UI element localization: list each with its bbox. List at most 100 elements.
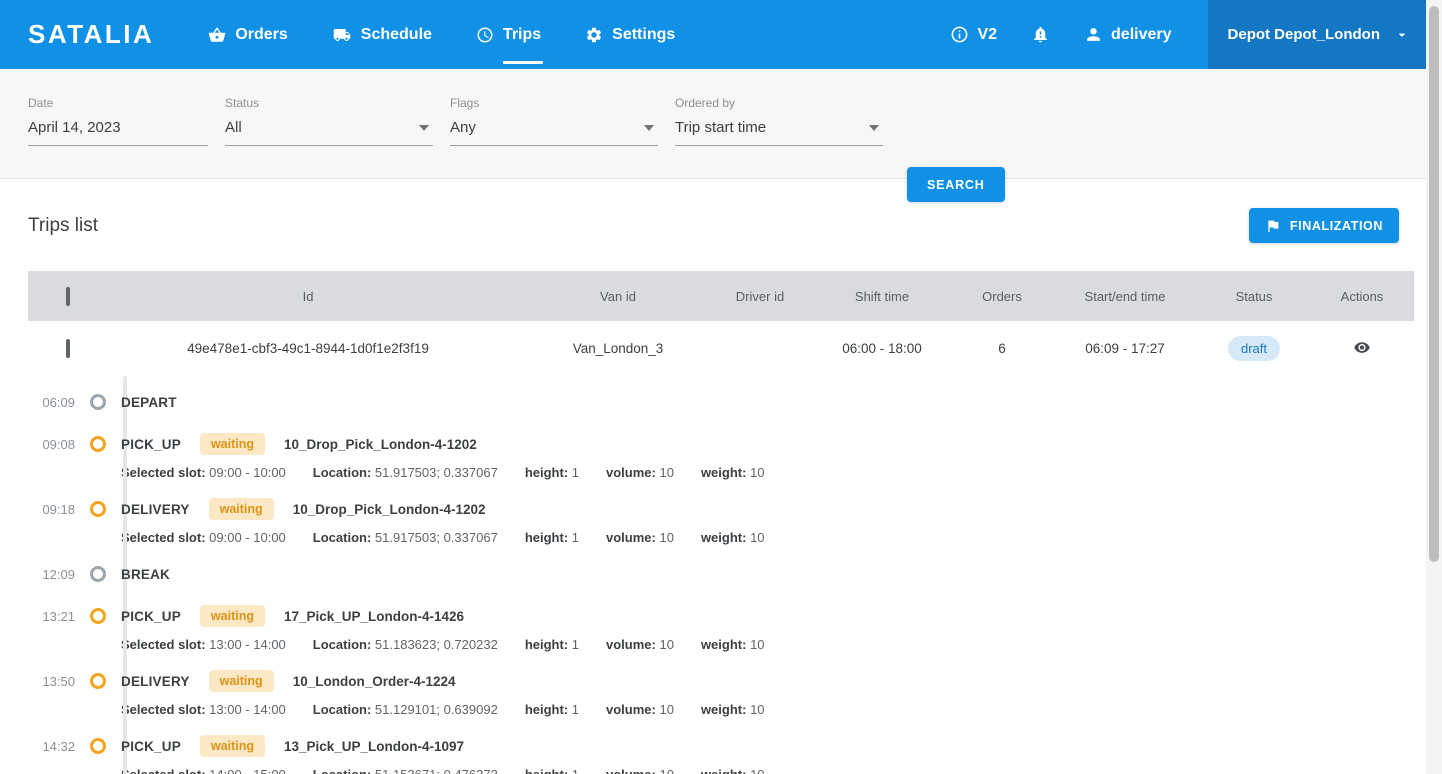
timeline-stop-pickup: 13:21 PICK_UP waiting 17_Pick_UP_London-… bbox=[28, 595, 1414, 660]
stop-marker-icon bbox=[90, 566, 106, 582]
stop-status-badge: waiting bbox=[209, 498, 274, 520]
clock-icon bbox=[476, 26, 494, 44]
chevron-down-icon bbox=[1394, 27, 1410, 43]
ordered-by-value: Trip start time bbox=[675, 119, 766, 136]
chevron-down-icon bbox=[644, 125, 654, 131]
status-badge: draft bbox=[1228, 336, 1280, 361]
timeline-stop-break: 12:09 BREAK bbox=[28, 553, 1414, 595]
stop-time: 09:18 bbox=[28, 502, 75, 517]
flags-select[interactable]: Flags Any bbox=[450, 96, 658, 146]
table-header-row: Id Van id Driver id Shift time Orders St… bbox=[28, 271, 1414, 321]
chevron-down-icon bbox=[419, 125, 429, 131]
nav-item-label: Settings bbox=[612, 26, 675, 44]
ordered-by-select[interactable]: Ordered by Trip start time bbox=[675, 96, 883, 146]
chevron-down-icon bbox=[869, 125, 879, 131]
nav-item-settings[interactable]: Settings bbox=[585, 0, 675, 69]
orders-count: 6 bbox=[952, 341, 1052, 356]
user-menu[interactable]: delivery bbox=[1084, 25, 1171, 44]
stop-marker-icon bbox=[90, 738, 106, 754]
trips-table: Id Van id Driver id Shift time Orders St… bbox=[28, 271, 1414, 376]
location-value: 51.183623; 0.720232 bbox=[375, 637, 498, 652]
stop-marker-icon bbox=[90, 436, 106, 452]
column-header-van-id: Van id bbox=[528, 289, 708, 304]
nav-item-trips[interactable]: Trips bbox=[476, 0, 541, 69]
height-value: 1 bbox=[572, 767, 579, 774]
stop-type: DELIVERY bbox=[121, 674, 190, 689]
nav-item-label: Trips bbox=[503, 26, 541, 44]
date-field[interactable]: Date April 14, 2023 bbox=[28, 96, 208, 146]
gear-icon bbox=[585, 26, 603, 44]
trip-id: 49e478e1-cbf3-49c1-8944-1d0f1e2f3f19 bbox=[88, 341, 528, 356]
notifications-button[interactable] bbox=[1031, 25, 1050, 44]
stop-time: 12:09 bbox=[28, 567, 75, 582]
top-nav: SATALIA Orders Schedule Trips bbox=[0, 0, 1442, 69]
stop-type: PICK_UP bbox=[121, 609, 181, 624]
date-label: Date bbox=[28, 96, 208, 110]
flags-value: Any bbox=[450, 119, 476, 136]
order-id: 10_Drop_Pick_London-4-1202 bbox=[284, 437, 477, 452]
scrollbar-thumb[interactable] bbox=[1429, 6, 1439, 562]
location-value: 51.153671; 0.476273 bbox=[375, 767, 498, 774]
flag-icon bbox=[1265, 218, 1281, 234]
truck-icon bbox=[332, 26, 352, 44]
page-scrollbar[interactable] bbox=[1426, 0, 1442, 774]
stop-time: 13:50 bbox=[28, 674, 75, 689]
timeline-stop-depart: 06:09 DEPART bbox=[28, 381, 1414, 423]
weight-value: 10 bbox=[750, 530, 764, 545]
van-id: Van_London_3 bbox=[528, 341, 708, 356]
shift-time: 06:00 - 18:00 bbox=[812, 341, 952, 356]
stop-marker-icon bbox=[90, 394, 106, 410]
bell-alert-icon bbox=[1031, 25, 1050, 44]
nav-right: V2 delivery Depot Depot_London bbox=[950, 0, 1442, 69]
weight-value: 10 bbox=[750, 767, 764, 774]
stop-details: Selected slot: 13:00 - 14:00 Location: 5… bbox=[121, 702, 1414, 725]
trip-timeline: 06:09 DEPART 09:08 PICK_UP waiting 10_Dr… bbox=[28, 376, 1414, 774]
select-all-checkbox[interactable] bbox=[66, 287, 70, 306]
main-nav: Orders Schedule Trips Settings bbox=[208, 0, 675, 69]
row-checkbox[interactable] bbox=[66, 339, 70, 358]
column-header-shift-time: Shift time bbox=[812, 289, 952, 304]
stop-type: DEPART bbox=[121, 395, 177, 410]
nav-item-orders[interactable]: Orders bbox=[208, 0, 287, 69]
stop-status-badge: waiting bbox=[200, 735, 265, 757]
stop-time: 13:21 bbox=[28, 609, 75, 624]
stop-type: DELIVERY bbox=[121, 502, 190, 517]
column-header-start-end: Start/end time bbox=[1052, 289, 1198, 304]
timeline-stop-delivery: 13:50 DELIVERY waiting 10_London_Order-4… bbox=[28, 660, 1414, 725]
stop-details: Selected slot: 09:00 - 10:00 Location: 5… bbox=[121, 530, 1414, 553]
slot-value: 13:00 - 14:00 bbox=[209, 702, 286, 717]
order-id: 13_Pick_UP_London-4-1097 bbox=[284, 739, 464, 754]
height-value: 1 bbox=[572, 702, 579, 717]
depot-label: Depot Depot_London bbox=[1228, 26, 1380, 43]
search-button[interactable]: SEARCH bbox=[907, 167, 1005, 202]
active-tab-underline bbox=[503, 61, 543, 64]
stop-type: PICK_UP bbox=[121, 739, 181, 754]
depot-selector[interactable]: Depot Depot_London bbox=[1208, 0, 1426, 69]
slot-value: 13:00 - 14:00 bbox=[209, 637, 286, 652]
weight-value: 10 bbox=[750, 702, 764, 717]
order-id: 10_Drop_Pick_London-4-1202 bbox=[293, 502, 486, 517]
nav-item-label: Orders bbox=[235, 26, 287, 44]
timeline-stop-pickup: 14:32 PICK_UP waiting 13_Pick_UP_London-… bbox=[28, 725, 1414, 774]
nav-item-schedule[interactable]: Schedule bbox=[332, 0, 432, 69]
username-label: delivery bbox=[1111, 26, 1171, 44]
status-label: Status bbox=[225, 96, 433, 110]
status-select[interactable]: Status All bbox=[225, 96, 433, 146]
stop-details: Selected slot: 09:00 - 10:00 Location: 5… bbox=[121, 465, 1414, 488]
start-end-time: 06:09 - 17:27 bbox=[1052, 341, 1198, 356]
satalia-logo: SATALIA bbox=[28, 0, 154, 69]
stop-type: PICK_UP bbox=[121, 437, 181, 452]
version-info[interactable]: V2 bbox=[950, 25, 997, 44]
eye-icon bbox=[1351, 339, 1373, 356]
view-trip-button[interactable] bbox=[1351, 339, 1373, 356]
order-id: 10_London_Order-4-1224 bbox=[293, 674, 456, 689]
finalization-button[interactable]: FINALIZATION bbox=[1249, 208, 1399, 243]
date-value: April 14, 2023 bbox=[28, 119, 121, 136]
stop-details: Selected slot: 14:00 - 15:00 Location: 5… bbox=[121, 767, 1414, 774]
height-value: 1 bbox=[572, 530, 579, 545]
volume-value: 10 bbox=[659, 637, 673, 652]
person-icon bbox=[1084, 25, 1103, 44]
volume-value: 10 bbox=[659, 702, 673, 717]
stop-marker-icon bbox=[90, 608, 106, 624]
stop-status-badge: waiting bbox=[209, 670, 274, 692]
